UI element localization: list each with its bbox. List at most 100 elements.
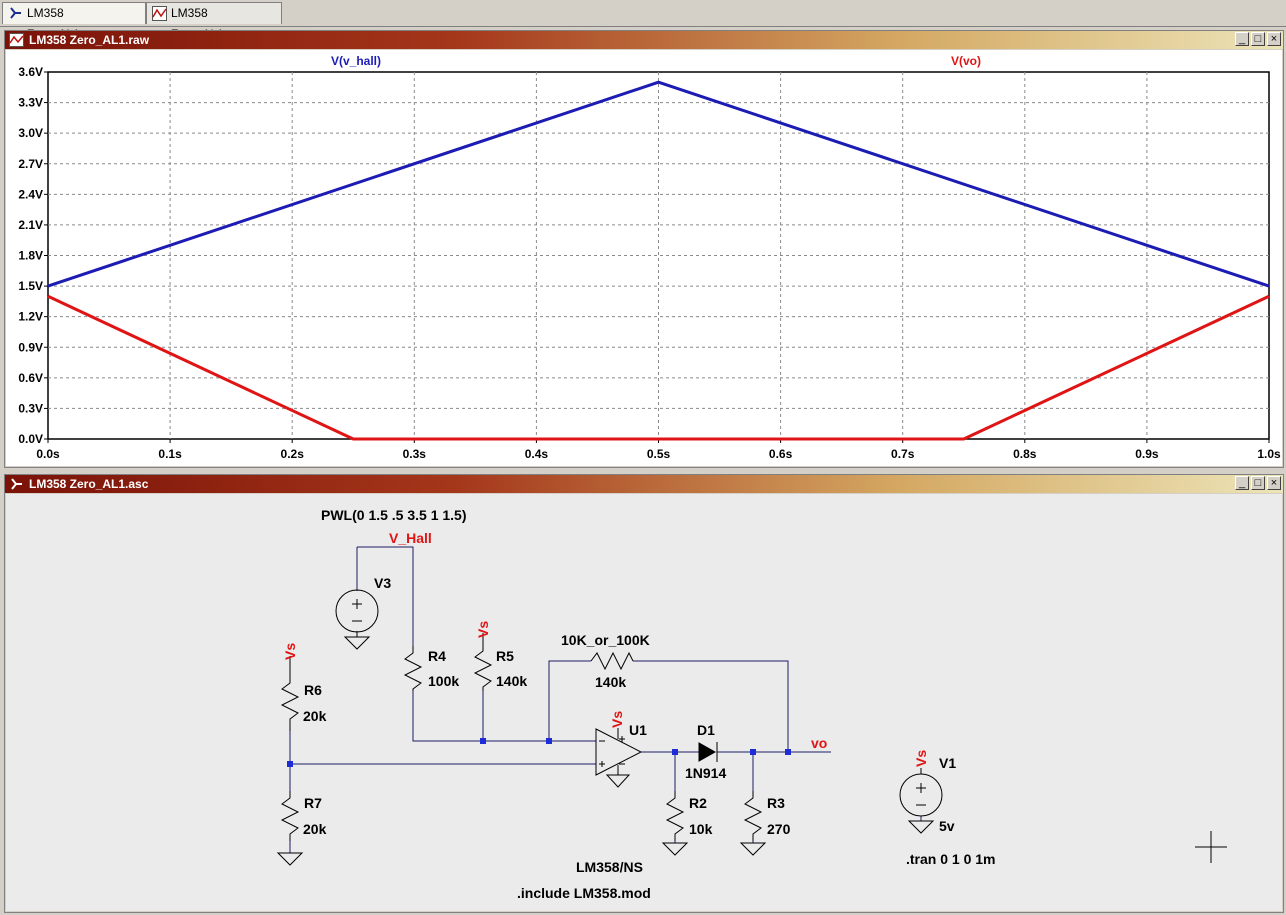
y-tick-label: 0.3V — [18, 401, 43, 415]
x-tick-label: 0.1s — [158, 447, 182, 461]
r6-label: R6 — [304, 682, 322, 698]
y-tick-label: 2.1V — [18, 218, 43, 232]
y-tick-label: 3.3V — [18, 96, 43, 110]
r4-label: R4 — [428, 648, 446, 664]
legend-entry[interactable]: V(vo) — [951, 54, 981, 68]
crosshair-cursor — [1195, 831, 1227, 863]
v3-label: V3 — [374, 575, 391, 591]
schematic-icon — [9, 477, 24, 491]
resistor-r3[interactable] — [745, 791, 761, 841]
u1-label: U1 — [629, 722, 647, 738]
close-button[interactable]: × — [1267, 476, 1281, 490]
r6-value[interactable]: 20k — [303, 708, 327, 724]
v1-value[interactable]: 5v — [939, 818, 955, 834]
y-tick-label: 0.6V — [18, 371, 43, 385]
r2-label: R2 — [689, 795, 707, 811]
y-axis: 0.0V 0.3V 0.6V 0.9V 1.2V 1.5V 1.8V 2.1V 2.4V 2.7V… — [18, 65, 48, 446]
y-tick-label: 2.4V — [18, 187, 43, 201]
document-tab-bar: LM358 Zero_AL1.asc LM358 Zero_AL1.raw — [0, 0, 1286, 27]
close-button[interactable]: × — [1267, 32, 1281, 46]
x-tick-label: 0.0s — [36, 447, 60, 461]
d1-label: D1 — [697, 722, 715, 738]
ground-icon — [909, 821, 933, 833]
x-tick-label: 0.7s — [891, 447, 915, 461]
y-tick-label: 1.5V — [18, 279, 43, 293]
y-tick-label: 0.0V — [18, 432, 43, 446]
resistor-r5[interactable] — [475, 641, 491, 691]
opamp-model-label[interactable]: LM358/NS — [576, 859, 643, 875]
r5-label: R5 — [496, 648, 514, 664]
r3-label: R3 — [767, 795, 785, 811]
y-tick-label: 1.8V — [18, 249, 43, 263]
diode-d1[interactable] — [699, 742, 717, 762]
net-label-v-hall[interactable]: V_Hall — [389, 530, 432, 546]
waveform-window: LM358 Zero_AL1.raw _ □ × 0.0V 0.3V 0.6V 0.9… — [4, 30, 1284, 468]
waveform-icon — [152, 6, 167, 21]
ground-icon — [278, 853, 302, 865]
x-tick-label: 0.8s — [1013, 447, 1037, 461]
ground-icon — [607, 767, 629, 787]
r7-label: R7 — [304, 795, 322, 811]
waveform-icon — [9, 33, 24, 47]
r5-value[interactable]: 140k — [496, 673, 527, 689]
r7-value[interactable]: 20k — [303, 821, 327, 837]
net-label-vo[interactable]: vo — [811, 735, 827, 751]
vs-label-r5: Vs — [475, 621, 491, 638]
voltage-source-v3[interactable] — [336, 590, 378, 632]
resistor-rf[interactable] — [591, 653, 633, 669]
tab-waveform[interactable]: LM358 Zero_AL1.raw — [146, 2, 282, 24]
y-tick-label: 3.0V — [18, 126, 43, 140]
resistor-r6[interactable] — [282, 671, 298, 731]
minimize-button[interactable]: _ — [1235, 32, 1249, 46]
schematic-window-title: LM358 Zero_AL1.asc — [29, 477, 148, 491]
include-directive[interactable]: .include LM358.mod — [517, 885, 651, 901]
x-axis: 0.0s 0.1s 0.2s 0.3s 0.4s 0.5s 0.6s 0.7s 0.8s 0.9s… — [36, 439, 1281, 461]
wires — [290, 547, 921, 853]
y-tick-label: 2.7V — [18, 157, 43, 171]
schematic-window-titlebar[interactable]: LM358 Zero_AL1.asc _ □ × — [5, 475, 1283, 493]
junction-dots — [287, 738, 791, 767]
schematic-icon — [8, 6, 23, 21]
x-tick-label: 0.4s — [525, 447, 549, 461]
x-tick-label: 0.5s — [647, 447, 671, 461]
x-tick-label: 0.2s — [281, 447, 305, 461]
plot-pane[interactable]: 0.0V 0.3V 0.6V 0.9V 1.2V 1.5V 1.8V 2.1V 2.4V 2.7V… — [6, 50, 1282, 466]
vs-label-r6: Vs — [282, 643, 298, 660]
voltage-source-v1[interactable] — [900, 768, 942, 816]
y-tick-label: 0.9V — [18, 340, 43, 354]
r3-value[interactable]: 270 — [767, 821, 791, 837]
r4-value[interactable]: 100k — [428, 673, 459, 689]
tab-schematic[interactable]: LM358 Zero_AL1.asc — [2, 2, 146, 24]
x-tick-label: 0.9s — [1135, 447, 1159, 461]
y-tick-label: 3.6V — [18, 65, 43, 79]
pwl-directive[interactable]: PWL(0 1.5 .5 3.5 1 1.5) — [321, 507, 467, 523]
x-tick-label: 0.6s — [769, 447, 793, 461]
maximize-button[interactable]: □ — [1251, 476, 1265, 490]
rf-value[interactable]: 140k — [595, 674, 626, 690]
resistor-r4[interactable] — [405, 646, 421, 691]
ground-icon — [741, 843, 765, 855]
resistor-r2[interactable] — [667, 791, 683, 841]
vs-label-u1: Vs — [609, 711, 625, 728]
schematic-window: LM358 Zero_AL1.asc _ □ × — [4, 474, 1284, 913]
minimize-button[interactable]: _ — [1235, 476, 1249, 490]
waveform-window-title: LM358 Zero_AL1.raw — [29, 33, 149, 47]
plot-legend: V(v_hall) V(vo) — [331, 54, 981, 68]
ground-icon — [345, 631, 369, 649]
rf-label: 10K_or_100K — [561, 632, 650, 648]
y-tick-label: 1.2V — [18, 310, 43, 324]
waveform-plot[interactable]: 0.0V 0.3V 0.6V 0.9V 1.2V 1.5V 1.8V 2.1V 2.4V 2.7V… — [6, 50, 1282, 466]
x-tick-label: 1.0s — [1257, 447, 1281, 461]
schematic-drawing[interactable]: PWL(0 1.5 .5 3.5 1 1.5) V_Hall V3 R4 100… — [6, 494, 1282, 910]
maximize-button[interactable]: □ — [1251, 32, 1265, 46]
d1-value[interactable]: 1N914 — [685, 765, 726, 781]
legend-entry[interactable]: V(v_hall) — [331, 54, 381, 68]
tran-directive[interactable]: .tran 0 1 0 1m — [906, 851, 996, 867]
ground-icon — [663, 843, 687, 855]
r2-value[interactable]: 10k — [689, 821, 713, 837]
x-tick-label: 0.3s — [403, 447, 427, 461]
schematic-canvas[interactable]: PWL(0 1.5 .5 3.5 1 1.5) V_Hall V3 R4 100… — [6, 494, 1282, 911]
vs-label-v1: Vs — [913, 750, 929, 767]
waveform-window-titlebar[interactable]: LM358 Zero_AL1.raw _ □ × — [5, 31, 1283, 49]
resistor-r7[interactable] — [282, 791, 298, 841]
